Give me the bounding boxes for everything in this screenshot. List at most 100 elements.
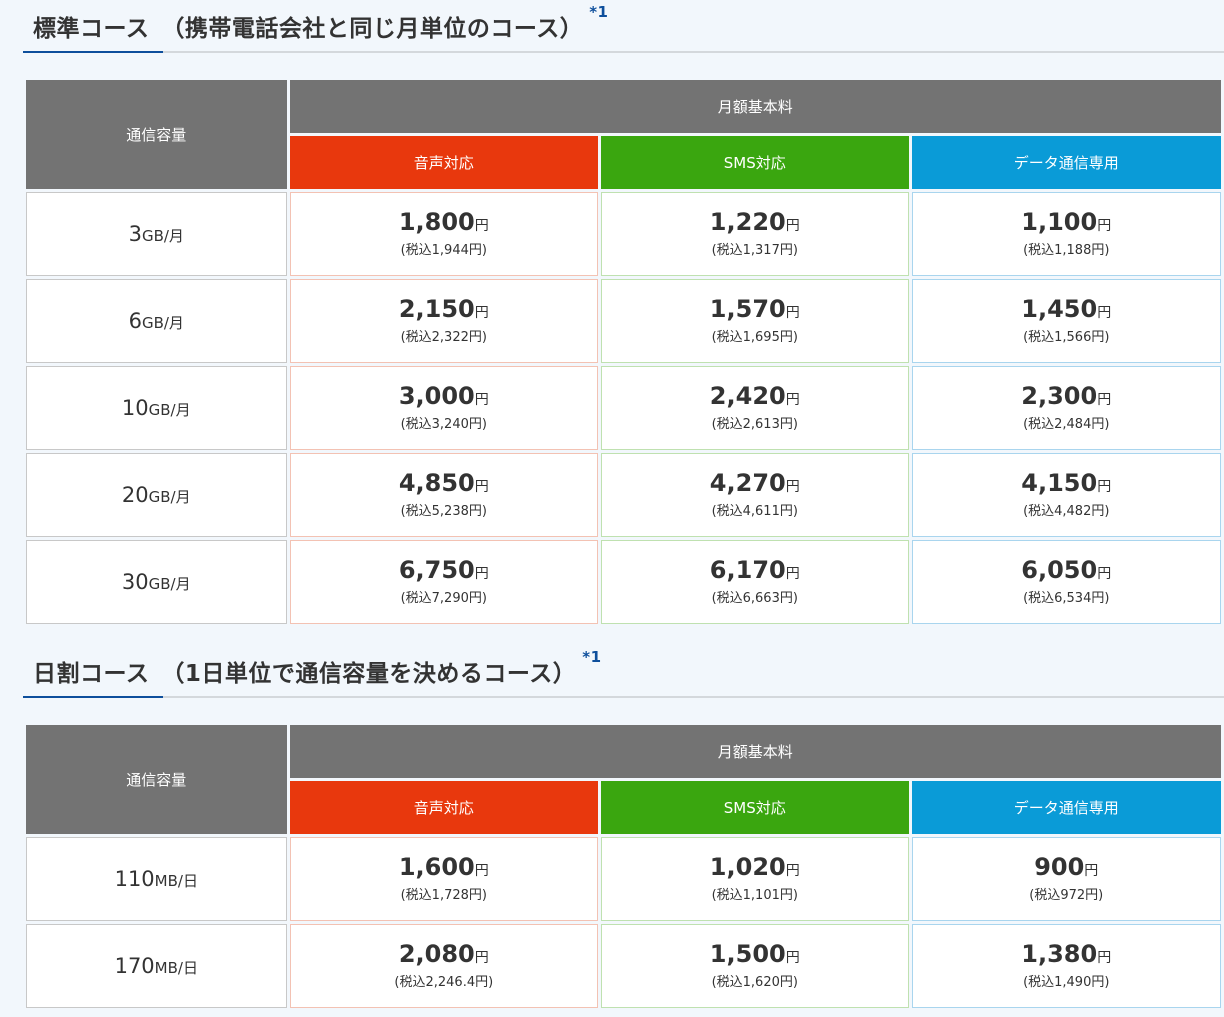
yen-unit: 円 [474, 479, 489, 495]
yen-unit: 円 [785, 863, 800, 879]
table-row: 3GB/月 1,800円 (税込1,944円) 1,220円 (税込1,317円) 1,1… [26, 192, 1221, 276]
daily-course-section: 日割コース （1日単位で通信容量を決めるコース）*1 通信容量 月額基本料 音声… [0, 645, 1224, 1008]
price-tax-included: (税込6,534円) [1023, 591, 1110, 606]
yen-unit: 円 [474, 863, 489, 879]
price-tax-included: (税込4,611円) [711, 504, 798, 519]
price-cell-sms: 4,270円 (税込4,611円) [601, 453, 909, 537]
price-cell-voice: 3,000円 (税込3,240円) [289, 366, 599, 450]
yen-unit: 円 [1097, 479, 1112, 495]
header-monthly-fee: 月額基本料 [289, 80, 1221, 133]
price-cell-data: 2,300円 (税込2,484円) [911, 366, 1221, 450]
capacity-unit: GB/月 [141, 227, 184, 245]
heading-accent-underline [23, 696, 163, 698]
header-data-only: データ通信専用 [911, 781, 1221, 834]
table-row: 110MB/日 1,600円 (税込1,728円) 1,020円 (税込1,101円) 9… [26, 837, 1221, 921]
yen-unit: 円 [1097, 218, 1112, 234]
price-cell-data: 1,380円 (税込1,490円) [911, 924, 1221, 1008]
price-tax-included: (税込1,490円) [1023, 975, 1110, 990]
capacity-unit: GB/月 [148, 575, 191, 593]
yen-unit: 円 [1097, 566, 1112, 582]
capacity-cell: 3GB/月 [26, 192, 287, 276]
capacity-value: 10 [121, 396, 149, 420]
yen-unit: 円 [474, 392, 489, 408]
price-amount: 4,270円 [709, 469, 800, 497]
price-amount: 2,080円 [398, 940, 489, 968]
price-amount: 1,570円 [709, 295, 800, 323]
price-amount: 1,380円 [1021, 940, 1112, 968]
price-cell-sms: 1,220円 (税込1,317円) [601, 192, 909, 276]
price-amount: 1,450円 [1021, 295, 1112, 323]
header-data-only: データ通信専用 [911, 136, 1221, 189]
yen-unit: 円 [474, 950, 489, 966]
price-cell-sms: 6,170円 (税込6,663円) [601, 540, 909, 624]
standard-course-section: 標準コース （携帯電話会社と同じ月単位のコース）*1 通信容量 月額基本料 音声… [0, 0, 1224, 624]
rows-body: 3GB/月 1,800円 (税込1,944円) 1,220円 (税込1,317円) 1,1… [26, 192, 1221, 624]
footnote-marker[interactable]: *1 [589, 3, 608, 21]
price-tax-included: (税込5,238円) [400, 504, 487, 519]
price-cell-voice: 6,750円 (税込7,290円) [289, 540, 599, 624]
price-cell-data: 6,050円 (税込6,534円) [911, 540, 1221, 624]
price-cell-data: 1,450円 (税込1,566円) [911, 279, 1221, 363]
capacity-value: 30 [121, 570, 149, 594]
capacity-cell: 20GB/月 [26, 453, 287, 537]
capacity-value: 3 [128, 222, 142, 246]
price-tax-included: (税込2,613円) [711, 417, 798, 432]
price-amount: 900円 [1034, 853, 1099, 881]
price-amount: 1,220円 [709, 208, 800, 236]
capacity-value: 6 [128, 309, 142, 333]
header-sms: SMS対応 [601, 781, 909, 834]
price-tax-included: (税込1,317円) [711, 243, 798, 258]
header-monthly-fee: 月額基本料 [289, 725, 1221, 778]
price-amount: 2,300円 [1021, 382, 1112, 410]
daily-course-heading: 日割コース （1日単位で通信容量を決めるコース）*1 [23, 645, 1224, 698]
table-row: 30GB/月 6,750円 (税込7,290円) 6,170円 (税込6,663円) 6,… [26, 540, 1221, 624]
price-tax-included: (税込7,290円) [400, 591, 487, 606]
price-amount: 2,420円 [709, 382, 800, 410]
price-tax-included: (税込1,695円) [711, 330, 798, 345]
price-tax-included: (税込2,484円) [1023, 417, 1110, 432]
price-tax-included: (税込1,944円) [400, 243, 487, 258]
price-cell-sms: 1,570円 (税込1,695円) [601, 279, 909, 363]
price-tax-included: (税込3,240円) [400, 417, 487, 432]
yen-unit: 円 [785, 566, 800, 582]
price-tax-included: (税込2,322円) [400, 330, 487, 345]
header-capacity: 通信容量 [26, 80, 287, 189]
price-tax-included: (税込1,620円) [711, 975, 798, 990]
price-cell-sms: 1,020円 (税込1,101円) [601, 837, 909, 921]
capacity-cell: 30GB/月 [26, 540, 287, 624]
price-amount: 4,850円 [398, 469, 489, 497]
price-cell-voice: 1,600円 (税込1,728円) [289, 837, 599, 921]
standard-course-price-table: 通信容量 月額基本料 音声対応 SMS対応 データ通信専用 3GB/月 1,800… [23, 77, 1224, 627]
price-cell-data: 1,100円 (税込1,188円) [911, 192, 1221, 276]
price-tax-included: (税込1,188円) [1023, 243, 1110, 258]
capacity-cell: 170MB/日 [26, 924, 287, 1008]
yen-unit: 円 [1097, 392, 1112, 408]
yen-unit: 円 [1097, 305, 1112, 321]
capacity-unit: MB/日 [154, 872, 198, 890]
table-row: 20GB/月 4,850円 (税込5,238円) 4,270円 (税込4,611円) 4,… [26, 453, 1221, 537]
footnote-marker[interactable]: *1 [582, 648, 601, 666]
table-row: 6GB/月 2,150円 (税込2,322円) 1,570円 (税込1,695円) 1,4… [26, 279, 1221, 363]
price-amount: 1,020円 [709, 853, 800, 881]
price-tax-included: (税込2,246.4円) [394, 975, 494, 990]
price-tax-included: (税込1,101円) [711, 888, 798, 903]
price-cell-sms: 1,500円 (税込1,620円) [601, 924, 909, 1008]
yen-unit: 円 [1084, 863, 1099, 879]
price-cell-data: 4,150円 (税込4,482円) [911, 453, 1221, 537]
capacity-cell: 10GB/月 [26, 366, 287, 450]
capacity-value: 170 [114, 954, 155, 978]
capacity-unit: GB/月 [148, 401, 191, 419]
capacity-value: 20 [121, 483, 149, 507]
capacity-unit: GB/月 [141, 314, 184, 332]
price-cell-voice: 2,080円 (税込2,246.4円) [289, 924, 599, 1008]
header-voice: 音声対応 [289, 781, 599, 834]
price-tax-included: (税込6,663円) [711, 591, 798, 606]
price-tax-included: (税込972円) [1029, 888, 1104, 903]
price-cell-voice: 2,150円 (税込2,322円) [289, 279, 599, 363]
price-amount: 1,100円 [1021, 208, 1112, 236]
price-amount: 2,150円 [398, 295, 489, 323]
price-cell-data: 900円 (税込972円) [911, 837, 1221, 921]
price-amount: 6,170円 [709, 556, 800, 584]
price-amount: 6,750円 [398, 556, 489, 584]
capacity-cell: 6GB/月 [26, 279, 287, 363]
